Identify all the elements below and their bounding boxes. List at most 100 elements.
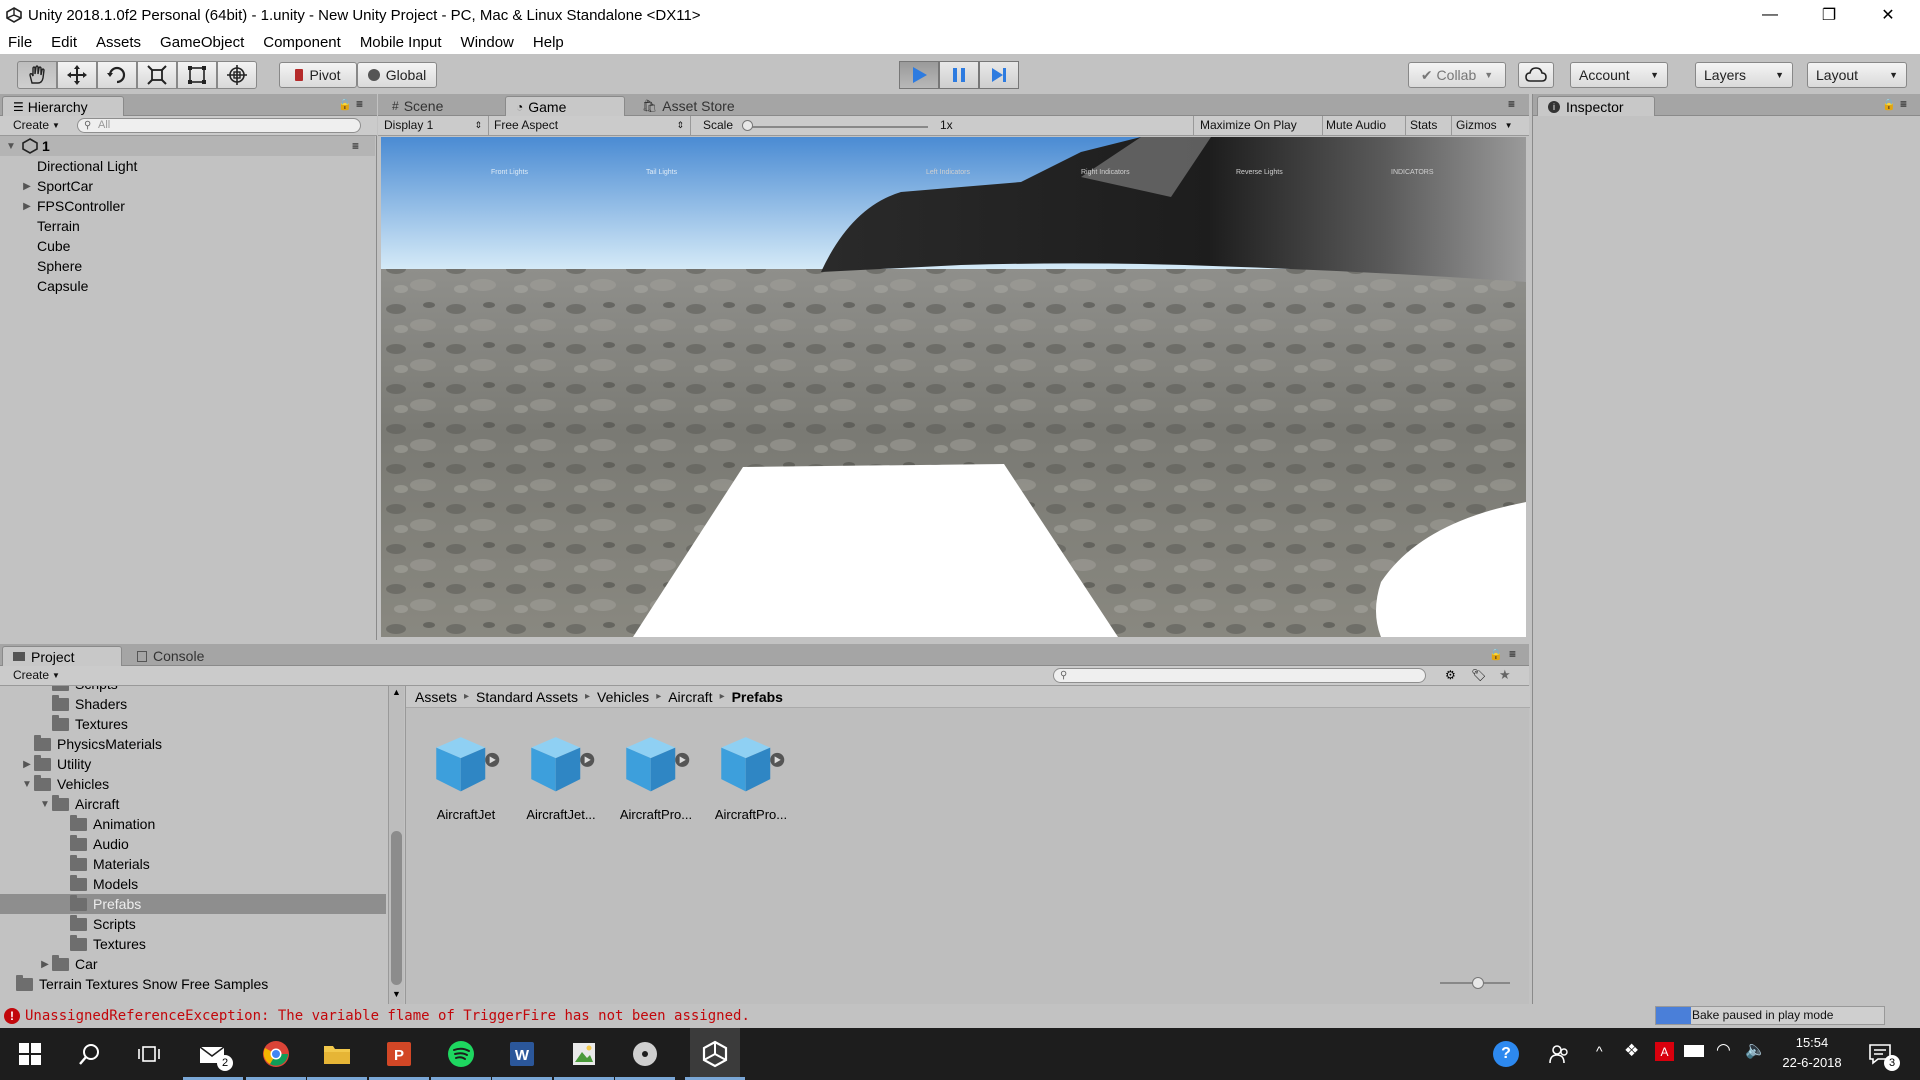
- tab-scene[interactable]: # Scene: [382, 96, 490, 116]
- project-folder-item[interactable]: Textures: [0, 934, 386, 954]
- rect-tool-button[interactable]: [177, 61, 217, 89]
- panel-menu-icon[interactable]: ≡: [1900, 97, 1907, 111]
- account-dropdown[interactable]: Account ▼: [1570, 62, 1668, 88]
- wifi-icon[interactable]: ◠: [1716, 1040, 1731, 1060]
- layout-dropdown[interactable]: Layout ▼: [1807, 62, 1907, 88]
- game-render-view[interactable]: Front Lights Tail Lights Left Indicators…: [381, 137, 1526, 637]
- clock-date[interactable]: 22-6-2018: [1772, 1055, 1852, 1070]
- hierarchy-search-input[interactable]: ⚲ All: [77, 118, 361, 133]
- scrollbar-thumb[interactable]: [391, 831, 402, 985]
- lock-icon[interactable]: 🔒: [1489, 648, 1503, 661]
- taskbar-media-player[interactable]: [615, 1036, 675, 1080]
- pivot-toggle[interactable]: Pivot: [279, 62, 357, 88]
- minimize-button[interactable]: —: [1741, 0, 1799, 30]
- hierarchy-item[interactable]: ▶ SportCar: [0, 176, 375, 196]
- panel-menu-icon[interactable]: ≡: [356, 97, 363, 111]
- collab-dropdown[interactable]: ✔ Collab ▼: [1408, 62, 1506, 88]
- menu-window[interactable]: Window: [459, 34, 516, 51]
- step-button[interactable]: [979, 61, 1019, 89]
- gizmos-dropdown[interactable]: Gizmos ▼: [1456, 118, 1513, 132]
- hand-tool-button[interactable]: [17, 61, 57, 89]
- tab-inspector[interactable]: i Inspector: [1537, 96, 1655, 116]
- people-button[interactable]: [1541, 1036, 1577, 1072]
- acrobat-icon[interactable]: A: [1655, 1042, 1674, 1061]
- taskbar-file-explorer[interactable]: [307, 1036, 367, 1080]
- menu-assets[interactable]: Assets: [94, 34, 143, 51]
- scroll-up-icon[interactable]: ▲: [392, 687, 401, 697]
- scene-menu-icon[interactable]: ≡: [352, 139, 359, 153]
- hierarchy-item[interactable]: ▶ FPSController: [0, 196, 375, 216]
- scale-tool-button[interactable]: [137, 61, 177, 89]
- taskbar-image-viewer[interactable]: [554, 1036, 614, 1080]
- project-folder-item[interactable]: Terrain Textures Snow Free Samples: [0, 974, 386, 994]
- project-folder-item[interactable]: Textures: [0, 714, 386, 734]
- action-center-button[interactable]: 3: [1862, 1036, 1900, 1072]
- hierarchy-create-button[interactable]: Create ▼: [13, 118, 60, 132]
- project-folder-item[interactable]: Models: [0, 874, 386, 894]
- breadcrumb-assets[interactable]: Assets: [415, 689, 457, 705]
- menu-edit[interactable]: Edit: [49, 34, 79, 51]
- project-folder-item[interactable]: ▼ Vehicles: [0, 774, 386, 794]
- hierarchy-item[interactable]: Terrain: [0, 216, 375, 236]
- prefab-asset[interactable]: AircraftPro...: [706, 732, 796, 822]
- error-message[interactable]: UnassignedReferenceException: The variab…: [25, 1008, 750, 1024]
- project-folder-item[interactable]: Shaders: [0, 694, 386, 714]
- menu-mobile-input[interactable]: Mobile Input: [358, 34, 444, 51]
- prefab-asset[interactable]: AircraftJet: [421, 732, 511, 822]
- display-dropdown[interactable]: Display 1 ⇕: [384, 118, 482, 132]
- scroll-down-icon[interactable]: ▼: [392, 989, 401, 999]
- pause-button[interactable]: [939, 61, 979, 89]
- project-folder-item[interactable]: Scripts: [0, 686, 386, 694]
- menu-component[interactable]: Component: [261, 34, 343, 51]
- breadcrumb-vehicles[interactable]: Vehicles: [597, 689, 649, 705]
- filter-by-type-icon[interactable]: ⚙: [1445, 668, 1456, 682]
- taskbar-word[interactable]: W: [492, 1036, 552, 1080]
- aspect-dropdown[interactable]: Free Aspect ⇕: [494, 118, 684, 132]
- hierarchy-item[interactable]: Directional Light: [0, 156, 375, 176]
- icon-size-slider-thumb[interactable]: [1472, 977, 1484, 989]
- expand-arrow-icon[interactable]: ▼: [4, 141, 18, 152]
- expand-arrow-icon[interactable]: ▼: [38, 799, 52, 810]
- menu-file[interactable]: File: [6, 34, 34, 51]
- prefab-asset[interactable]: AircraftPro...: [611, 732, 701, 822]
- project-folder-item[interactable]: Scripts: [0, 914, 386, 934]
- tab-asset-store[interactable]: 🛍 Asset Store: [632, 96, 772, 116]
- search-button[interactable]: [72, 1036, 108, 1072]
- hierarchy-item[interactable]: Capsule: [0, 276, 375, 296]
- expand-arrow-icon[interactable]: ▼: [20, 779, 34, 790]
- scale-slider-track[interactable]: [746, 126, 928, 128]
- expand-arrow-icon[interactable]: ▶: [20, 201, 34, 212]
- scene-row[interactable]: ▼ 1 ≡: [0, 136, 375, 156]
- expand-arrow-icon[interactable]: ▶: [20, 759, 34, 770]
- transform-tool-button[interactable]: [217, 61, 257, 89]
- scale-slider-thumb[interactable]: [742, 120, 753, 131]
- taskbar-chrome[interactable]: [246, 1036, 306, 1080]
- restore-button[interactable]: ❐: [1800, 0, 1858, 30]
- project-folder-item[interactable]: ▼ Aircraft: [0, 794, 386, 814]
- menu-gameobject[interactable]: GameObject: [158, 34, 246, 51]
- start-button[interactable]: [12, 1036, 48, 1072]
- project-folder-item[interactable]: Audio: [0, 834, 386, 854]
- expand-arrow-icon[interactable]: ▶: [20, 181, 34, 192]
- project-create-button[interactable]: Create ▼: [13, 668, 60, 682]
- expand-arrow-icon[interactable]: ▶: [38, 959, 52, 970]
- tab-project[interactable]: Project: [2, 646, 122, 666]
- lock-icon[interactable]: 🔒: [338, 98, 352, 111]
- move-tool-button[interactable]: [57, 61, 97, 89]
- mute-audio-button[interactable]: Mute Audio: [1326, 118, 1386, 132]
- taskbar-spotify[interactable]: [431, 1036, 491, 1080]
- breadcrumb-aircraft[interactable]: Aircraft: [668, 689, 712, 705]
- task-view-button[interactable]: [131, 1036, 167, 1072]
- favorite-star-icon[interactable]: ★: [1499, 667, 1511, 683]
- tab-console[interactable]: Console: [127, 646, 227, 666]
- project-folder-item[interactable]: ▶ Car: [0, 954, 386, 974]
- dropbox-icon[interactable]: ❖: [1624, 1041, 1639, 1061]
- project-folder-item[interactable]: Materials: [0, 854, 386, 874]
- clock-time[interactable]: 15:54: [1777, 1035, 1847, 1050]
- taskbar-mail[interactable]: 2: [183, 1036, 243, 1080]
- prefab-asset[interactable]: AircraftJet...: [516, 732, 606, 822]
- taskbar-unity[interactable]: [685, 1036, 745, 1080]
- help-tray-button[interactable]: ?: [1488, 1036, 1524, 1072]
- hierarchy-item[interactable]: Cube: [0, 236, 375, 256]
- panel-menu-icon[interactable]: ≡: [1509, 647, 1516, 661]
